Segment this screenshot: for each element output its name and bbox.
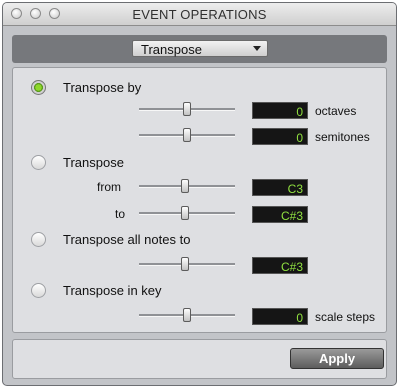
- to-note-slider[interactable]: [139, 206, 235, 220]
- from-note-slider[interactable]: [139, 179, 235, 193]
- window-title: EVENT OPERATIONS: [132, 7, 267, 22]
- scale-steps-slider[interactable]: [139, 308, 235, 322]
- transpose-all-value-field[interactable]: C#3: [252, 257, 308, 274]
- transpose-by-radio[interactable]: [31, 80, 46, 95]
- octaves-unit-label: octaves: [315, 104, 357, 118]
- operation-menu-bar: Transpose: [12, 35, 387, 63]
- transpose-in-key-label: Transpose in key: [63, 283, 162, 298]
- semitones-unit-label: semitones: [315, 130, 370, 144]
- slider-thumb[interactable]: [183, 308, 191, 322]
- transpose-options-panel: Transpose by 0 octaves 0 semitones Trans…: [12, 67, 387, 333]
- transpose-in-key-radio[interactable]: [31, 283, 46, 298]
- chevron-down-icon: [253, 46, 261, 51]
- operation-dropdown-label: Transpose: [141, 42, 202, 57]
- footer-bar: Apply: [12, 339, 387, 379]
- octaves-slider[interactable]: [139, 102, 235, 116]
- title-bar: EVENT OPERATIONS: [3, 3, 396, 26]
- transpose-all-slider[interactable]: [139, 257, 235, 271]
- from-label: from: [97, 180, 121, 194]
- scale-steps-unit-label: scale steps: [315, 310, 376, 324]
- slider-thumb[interactable]: [181, 179, 189, 193]
- semitones-slider[interactable]: [139, 128, 235, 142]
- slider-thumb[interactable]: [183, 128, 191, 142]
- octaves-value-field[interactable]: 0: [252, 102, 308, 119]
- operation-dropdown[interactable]: Transpose: [132, 40, 268, 57]
- transpose-from-to-label: Transpose: [63, 155, 124, 170]
- transpose-all-radio[interactable]: [31, 232, 46, 247]
- transpose-all-label: Transpose all notes to: [63, 232, 191, 247]
- semitones-value-field[interactable]: 0: [252, 128, 308, 145]
- slider-thumb[interactable]: [181, 257, 189, 271]
- scale-steps-value-field[interactable]: 0: [252, 308, 308, 325]
- event-operations-window: EVENT OPERATIONS Transpose Transpose by …: [2, 2, 397, 386]
- to-note-value-field[interactable]: C#3: [252, 206, 308, 223]
- slider-thumb[interactable]: [181, 206, 189, 220]
- apply-button[interactable]: Apply: [290, 348, 384, 369]
- from-note-value-field[interactable]: C3: [252, 179, 308, 196]
- transpose-from-to-radio[interactable]: [31, 155, 46, 170]
- slider-thumb[interactable]: [183, 102, 191, 116]
- transpose-by-label: Transpose by: [63, 80, 142, 95]
- to-label: to: [115, 207, 126, 221]
